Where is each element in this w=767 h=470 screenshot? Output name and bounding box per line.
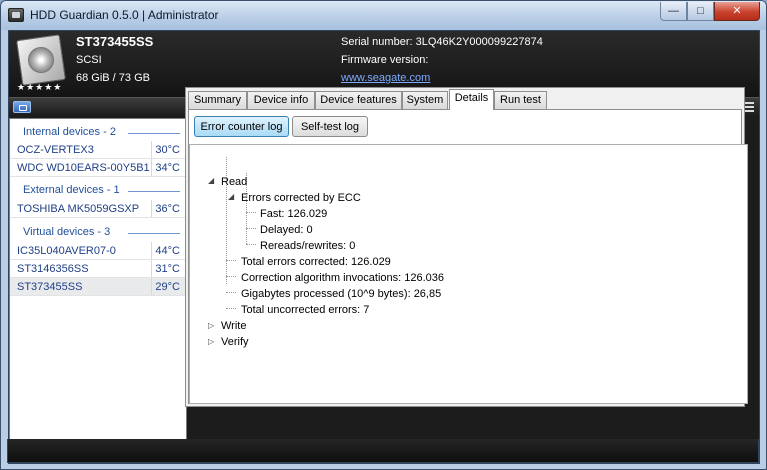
tree-node-read[interactable]: Read: [221, 176, 247, 188]
device-list: Internal devices - 2 OCZ-VERTEX3 30°C WD…: [9, 118, 187, 441]
device-temperature: 44°C: [151, 242, 186, 259]
device-item[interactable]: IC35L040AVER07-0 44°C: [10, 242, 186, 260]
device-item-selected[interactable]: ST373455SS 29°C: [10, 278, 186, 296]
group-external-devices: External devices - 1: [10, 181, 186, 199]
drive-interface: SCSI: [76, 54, 102, 66]
device-temperature: 29°C: [151, 278, 186, 295]
tab-details[interactable]: Details: [449, 89, 494, 110]
close-button[interactable]: ✕: [714, 2, 760, 21]
device-item[interactable]: OCZ-VERTEX3 30°C: [10, 141, 186, 159]
tree-leaf-rereads[interactable]: Rereads/rewrites: 0: [260, 240, 355, 252]
tree-connector: [226, 260, 236, 261]
expand-arrow-icon[interactable]: ▷: [208, 337, 214, 346]
collapse-arrow-icon[interactable]: ◢: [228, 192, 234, 201]
device-name: ST373455SS: [17, 281, 83, 293]
firmware-version: Firmware version:: [341, 54, 429, 66]
minimize-button[interactable]: —: [660, 2, 687, 21]
device-name: ST3146356SS: [17, 263, 89, 275]
device-name: IC35L040AVER07-0: [17, 245, 116, 257]
device-name: WDC WD10EARS-00Y5B1: [17, 162, 150, 174]
device-item[interactable]: ST3146356SS 31°C: [10, 260, 186, 278]
tree-connector: [246, 244, 256, 245]
tree-connector: [246, 228, 256, 229]
error-log-tree[interactable]: ◢ Read ◢ Errors corrected by ECC Fast: 1…: [189, 144, 748, 404]
drive-model: ST373455SS: [76, 34, 154, 49]
title-bar[interactable]: HDD Guardian 0.5.0 | Administrator — □ ✕: [1, 1, 766, 30]
expand-arrow-icon[interactable]: ▷: [208, 321, 214, 330]
hard-drive-icon: [16, 34, 66, 86]
tree-node-verify[interactable]: Verify: [221, 336, 249, 348]
serial-number: Serial number: 3LQ46K2Y000099227874: [341, 36, 543, 48]
tab-summary[interactable]: Summary: [188, 91, 247, 109]
device-item[interactable]: TOSHIBA MK5059GSXP 36°C: [10, 200, 186, 218]
tree-node-write[interactable]: Write: [221, 320, 246, 332]
tree-leaf-uncorrected[interactable]: Total uncorrected errors: 7: [241, 304, 369, 316]
tree-leaf-fast[interactable]: Fast: 126.029: [260, 208, 327, 220]
tab-system[interactable]: System: [402, 91, 448, 109]
device-temperature: 36°C: [151, 200, 186, 217]
tab-device-features[interactable]: Device features: [315, 91, 402, 109]
rating-stars: ★★★★★: [17, 82, 63, 92]
window-title: HDD Guardian 0.5.0 | Administrator: [30, 8, 219, 22]
group-virtual-devices: Virtual devices - 3: [10, 223, 186, 241]
tree-leaf-gigabytes[interactable]: Gigabytes processed (10^9 bytes): 26,85: [241, 288, 441, 300]
tree-connector: [226, 308, 236, 309]
device-name: TOSHIBA MK5059GSXP: [17, 203, 140, 215]
tree-connector: [226, 276, 236, 277]
self-test-log-button[interactable]: Self-test log: [292, 116, 368, 137]
hard-drive-app-icon: [8, 8, 24, 22]
bottom-strip: [7, 439, 759, 463]
device-temperature: 34°C: [151, 159, 186, 176]
tree-connector: [246, 212, 256, 213]
group-internal-devices: Internal devices - 2: [10, 123, 186, 141]
tree-node-ecc[interactable]: Errors corrected by ECC: [241, 192, 361, 204]
tree-leaf-delayed[interactable]: Delayed: 0: [260, 224, 313, 236]
drive-capacity: 68 GiB / 73 GB: [76, 72, 150, 84]
tab-device-info[interactable]: Device info: [247, 91, 315, 109]
tree-leaf-correction-invocations[interactable]: Correction algorithm invocations: 126.03…: [241, 272, 444, 284]
device-name: OCZ-VERTEX3: [17, 144, 94, 156]
collapse-arrow-icon[interactable]: ◢: [208, 176, 214, 185]
maximize-button[interactable]: □: [687, 2, 714, 21]
device-item[interactable]: WDC WD10EARS-00Y5B1 34°C: [10, 159, 186, 177]
tree-leaf-total-corrected[interactable]: Total errors corrected: 126.029: [241, 256, 391, 268]
tree-connector: [226, 292, 236, 293]
tab-run-test[interactable]: Run test: [494, 91, 547, 109]
device-temperature: 30°C: [151, 141, 186, 158]
device-temperature: 31°C: [151, 260, 186, 277]
error-counter-log-button[interactable]: Error counter log: [194, 116, 289, 137]
manufacturer-website-link[interactable]: www.seagate.com: [341, 72, 430, 84]
